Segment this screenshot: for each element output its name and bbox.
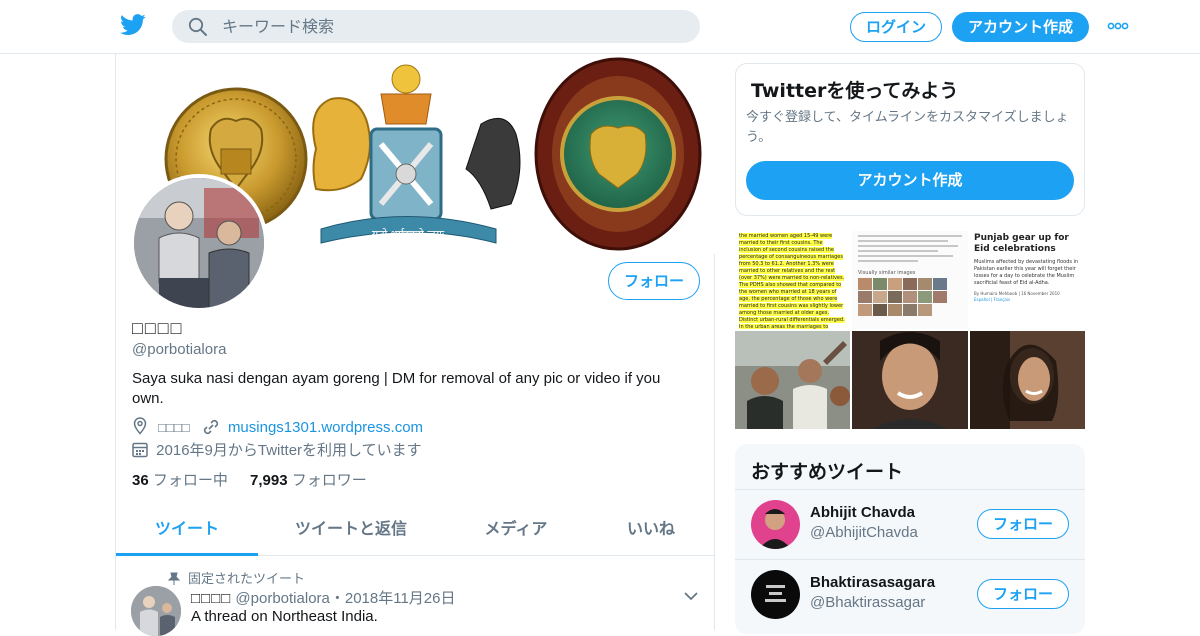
chevron-down-icon[interactable] — [684, 591, 698, 601]
suggested-account-handle[interactable]: @Bhaktirassagar — [810, 594, 925, 611]
media-caption: Visually similar images — [858, 270, 916, 276]
follow-button[interactable]: フォロー — [608, 262, 700, 300]
signup-card-title: Twitterを使ってみよう — [751, 80, 959, 102]
following-label: フォロー中 — [152, 472, 228, 489]
calendar-icon — [132, 442, 148, 458]
following-stat[interactable]: 36 フォロー中 — [132, 472, 228, 489]
suggested-account[interactable]: Abhijit Chavda @AbhijitChavda フォロー — [735, 489, 1085, 559]
tab-media[interactable]: メディア — [466, 506, 566, 556]
search-box[interactable] — [172, 10, 700, 43]
following-count: 36 — [132, 472, 149, 489]
tweet-avatar[interactable] — [131, 586, 181, 636]
top-navigation-bar: ログイン アカウント作成 — [0, 0, 1200, 54]
signup-card-description: 今すぐ登録して、タイムラインをカスタマイズしましょう。 — [746, 110, 1069, 145]
link-icon — [203, 419, 218, 435]
media-thumbnail[interactable]: the married women aged 15-49 were marrie… — [735, 231, 850, 329]
profile-column: यतो धर्मस्ततो जयः フォロー □□□□ @porbotialor… — [115, 54, 715, 636]
login-button[interactable]: ログイン — [850, 12, 942, 42]
media-thumbnail[interactable] — [970, 331, 1085, 429]
media-language-links: Español | Français — [974, 297, 1011, 302]
profile-joined-date: 2016年9月からTwitterを利用しています — [156, 442, 422, 459]
pinned-label-text: 固定されたツイート — [188, 572, 306, 587]
followers-count: 7,993 — [250, 472, 288, 489]
tweet-header: □□□□ @porbotialora・2018年11月26日 — [191, 587, 456, 608]
search-input[interactable] — [222, 10, 682, 43]
media-article-body: Muslims affected by devastating floods i… — [974, 259, 1079, 286]
media-thumbnail[interactable] — [852, 331, 968, 429]
profile-counts: 36 フォロー中 7,993 フォロワー — [132, 469, 367, 490]
suggested-account-name[interactable]: Bhaktirasasagara — [810, 574, 935, 591]
twitter-bird-icon[interactable] — [120, 14, 146, 36]
pin-icon — [167, 572, 181, 585]
profile-joined-row: 2016年9月からTwitterを利用しています — [132, 439, 422, 460]
tab-tweets[interactable]: ツイート — [116, 506, 258, 556]
profile-handle[interactable]: @porbotialora — [132, 341, 226, 358]
tweet-author-name[interactable]: □□□□ — [191, 590, 231, 607]
suggested-account[interactable]: Bhaktirasasagara @Bhaktirassagar フォロー — [735, 559, 1085, 629]
profile-location: □□□□ — [158, 420, 190, 435]
who-to-follow-title: おすすめツイート — [751, 461, 904, 483]
suggested-account-handle[interactable]: @AbhijitChavda — [810, 524, 918, 541]
profile-tabs: ツイート ツイートと返信 メディア いいね — [116, 506, 715, 556]
photos-and-videos-grid: the married women aged 15-49 were marrie… — [735, 231, 1085, 429]
banner-motto: यतो धर्मस्ततो जयः — [372, 228, 445, 241]
follow-button[interactable]: フォロー — [977, 509, 1069, 539]
signup-button[interactable]: アカウント作成 — [952, 12, 1089, 42]
followers-label: フォロワー — [291, 472, 367, 489]
signup-card-button[interactable]: アカウント作成 — [746, 161, 1074, 200]
tweet-text: A thread on Northeast India. — [191, 608, 378, 625]
followers-stat[interactable]: 7,993 フォロワー — [250, 472, 367, 489]
who-to-follow-panel: おすすめツイート Abhijit Chavda @AbhijitChavda フ… — [735, 444, 1085, 634]
signup-card: Twitterを使ってみよう 今すぐ登録して、タイムラインをカスタマイズしましょ… — [735, 63, 1085, 216]
tab-tweets-and-replies[interactable]: ツイートと返信 — [284, 506, 418, 556]
suggested-account-name[interactable]: Abhijit Chavda — [810, 504, 915, 521]
more-options-icon[interactable] — [1107, 19, 1129, 33]
location-pin-icon — [133, 417, 147, 435]
suggested-account-avatar[interactable] — [751, 500, 800, 549]
media-thumbnail[interactable]: Punjab gear up for Eid celebrations Musl… — [970, 231, 1085, 329]
follow-button[interactable]: フォロー — [977, 579, 1069, 609]
tab-likes[interactable]: いいね — [606, 506, 696, 556]
profile-meta-row: □□□□ musings1301.wordpress.com — [132, 417, 423, 436]
profile-website-link[interactable]: musings1301.wordpress.com — [228, 419, 423, 436]
profile-display-name[interactable]: □□□□ — [132, 318, 184, 339]
media-thumbnail[interactable]: Visually similar images — [852, 231, 968, 329]
profile-avatar[interactable] — [130, 174, 268, 312]
suggested-account-avatar[interactable] — [751, 570, 800, 619]
media-thumbnail[interactable] — [735, 331, 850, 429]
search-icon — [188, 17, 207, 36]
profile-bio: Saya suka nasi dengan ayam goreng | DM f… — [132, 370, 661, 407]
media-article-text: the married women aged 15-49 were marrie… — [739, 233, 845, 329]
media-headline: Punjab gear up for Eid celebrations — [974, 233, 1069, 254]
pinned-indicator: 固定されたツイート — [167, 568, 306, 587]
tweet-handle-date[interactable]: @porbotialora・2018年11月26日 — [235, 590, 455, 607]
